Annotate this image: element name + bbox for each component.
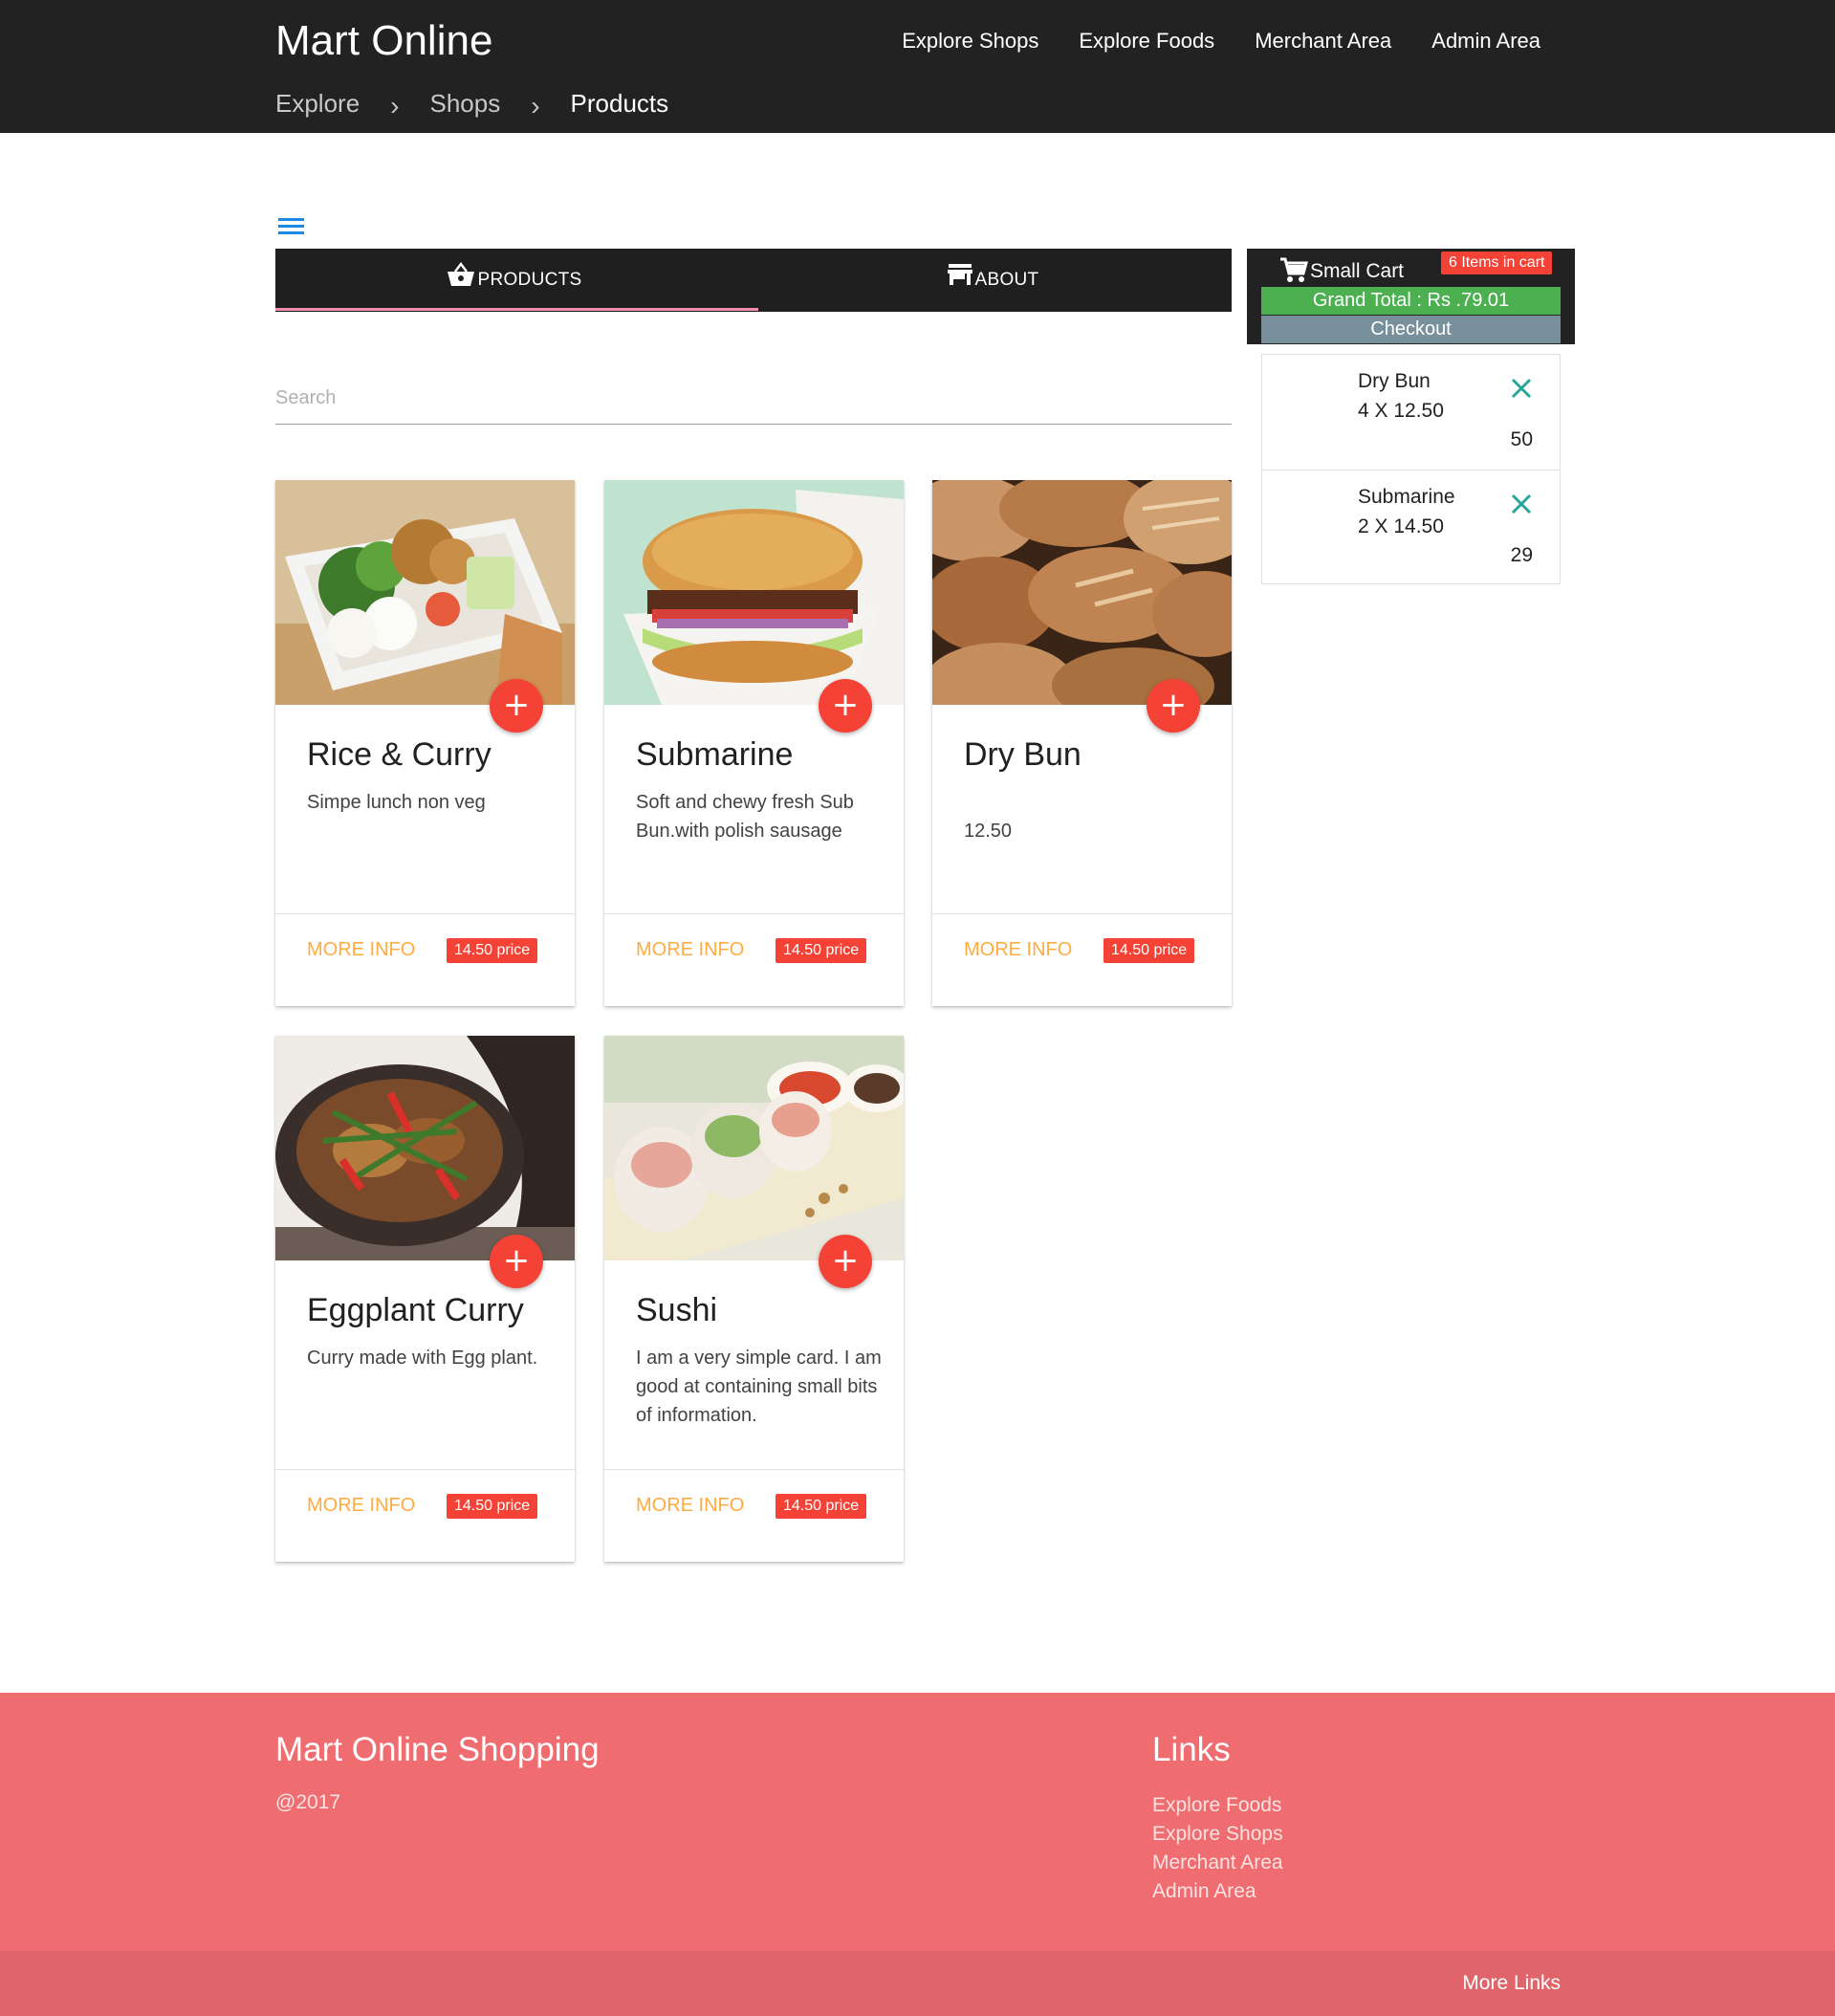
product-card: + Submarine Soft and chewy fresh Sub Bun… bbox=[604, 480, 904, 1006]
product-description: 12.50 bbox=[964, 821, 1013, 842]
cart-item: Dry Bun 4 X 12.50 50 bbox=[1262, 355, 1560, 470]
chevron-right-icon: › bbox=[390, 91, 400, 121]
nav-merchant-area[interactable]: Merchant Area bbox=[1255, 29, 1391, 54]
product-title: Submarine bbox=[636, 736, 794, 773]
product-description: Soft and chewy fresh Sub Bun.with polish… bbox=[636, 792, 854, 842]
card-divider bbox=[604, 1469, 904, 1470]
add-to-cart-button[interactable]: + bbox=[819, 679, 872, 733]
more-links-link[interactable]: More Links bbox=[1462, 1972, 1561, 1995]
tab-bar: PRODUCTS ABOUT bbox=[275, 249, 1232, 312]
price-badge: 14.50 price bbox=[776, 1494, 867, 1519]
grand-total: Grand Total : Rs .79.01 bbox=[1261, 287, 1561, 315]
cart-title[interactable]: Small Cart bbox=[1279, 256, 1404, 283]
close-icon[interactable] bbox=[1509, 376, 1534, 401]
breadcrumb-shops[interactable]: Shops bbox=[429, 89, 500, 119]
cart-count-badge: 6 Items in cart bbox=[1441, 252, 1553, 274]
footer-link-explore-foods[interactable]: Explore Foods bbox=[1152, 1791, 1283, 1820]
more-info-link[interactable]: MORE INFO bbox=[636, 939, 744, 961]
card-divider bbox=[604, 913, 904, 914]
product-card: + Rice & Curry Simpe lunch non veg MORE … bbox=[275, 480, 575, 1006]
more-info-link[interactable]: MORE INFO bbox=[307, 939, 415, 961]
active-tab-indicator bbox=[275, 308, 758, 311]
product-card: + Sushi I am a very simple card. I am go… bbox=[604, 1036, 904, 1562]
product-title: Sushi bbox=[636, 1292, 718, 1328]
product-image[interactable] bbox=[604, 1036, 904, 1260]
cart-title-label: Small Cart bbox=[1310, 260, 1405, 282]
more-info-link[interactable]: MORE INFO bbox=[964, 939, 1072, 961]
product-image[interactable] bbox=[932, 480, 1232, 705]
hamburger-menu-icon[interactable] bbox=[278, 218, 304, 235]
tab-about[interactable]: ABOUT bbox=[754, 249, 1232, 312]
chevron-right-icon: › bbox=[531, 91, 540, 121]
sub-footer: More Links bbox=[0, 1951, 1835, 2016]
tab-about-label: ABOUT bbox=[974, 270, 1039, 290]
footer: Mart Online Shopping @2017 Links Explore… bbox=[0, 1693, 1835, 1951]
cart-item: Submarine 2 X 14.50 29 bbox=[1262, 470, 1560, 584]
product-description: Simpe lunch non veg bbox=[307, 792, 486, 813]
footer-title: Mart Online Shopping bbox=[275, 1731, 600, 1768]
breadcrumb-products[interactable]: Products bbox=[571, 89, 669, 119]
product-description: I am a very simple card. I am good at co… bbox=[636, 1348, 882, 1426]
footer-links: Explore Foods Explore Shops Merchant Are… bbox=[1152, 1791, 1283, 1906]
nav-explore-foods[interactable]: Explore Foods bbox=[1079, 29, 1214, 54]
breadcrumb-explore[interactable]: Explore bbox=[275, 89, 360, 119]
product-description: Curry made with Egg plant. bbox=[307, 1348, 538, 1369]
product-title: Dry Bun bbox=[964, 736, 1081, 773]
tab-products[interactable]: PRODUCTS bbox=[275, 249, 754, 312]
more-info-link[interactable]: MORE INFO bbox=[307, 1495, 415, 1517]
add-to-cart-button[interactable]: + bbox=[1147, 679, 1200, 733]
cart-item-amount: 50 bbox=[1510, 428, 1533, 450]
nav-admin-area[interactable]: Admin Area bbox=[1431, 29, 1540, 54]
price-badge: 14.50 price bbox=[447, 1494, 538, 1519]
footer-links-title: Links bbox=[1152, 1731, 1231, 1768]
price-badge: 14.50 price bbox=[447, 938, 538, 963]
cart-items-list: Dry Bun 4 X 12.50 50 Submarine 2 X 14.50… bbox=[1261, 354, 1561, 584]
cart-item-quantity: 4 X 12.50 bbox=[1358, 400, 1444, 422]
main-nav: Explore Shops Explore Foods Merchant Are… bbox=[902, 29, 1540, 54]
cart-item-name: Dry Bun bbox=[1358, 370, 1431, 392]
product-card: + Eggplant Curry Curry made with Egg pla… bbox=[275, 1036, 575, 1562]
brand-logo[interactable]: Mart Online bbox=[275, 17, 492, 65]
nav-explore-shops[interactable]: Explore Shops bbox=[902, 29, 1038, 54]
cart-item-amount: 29 bbox=[1510, 544, 1533, 566]
cart-item-name: Submarine bbox=[1358, 486, 1455, 508]
card-divider bbox=[275, 913, 575, 914]
add-to-cart-button[interactable]: + bbox=[819, 1235, 872, 1288]
card-divider bbox=[275, 1469, 575, 1470]
search-input[interactable] bbox=[275, 373, 1232, 425]
tab-products-label: PRODUCTS bbox=[477, 270, 582, 290]
footer-link-admin-area[interactable]: Admin Area bbox=[1152, 1877, 1283, 1906]
shopping-basket-icon bbox=[448, 262, 475, 286]
cart-icon bbox=[1280, 257, 1308, 282]
cart-item-quantity: 2 X 14.50 bbox=[1358, 515, 1444, 537]
card-divider bbox=[932, 913, 1232, 914]
close-icon[interactable] bbox=[1509, 492, 1534, 516]
more-info-link[interactable]: MORE INFO bbox=[636, 1495, 744, 1517]
product-image[interactable] bbox=[604, 480, 904, 705]
product-title: Eggplant Curry bbox=[307, 1292, 524, 1328]
small-cart: Small Cart 6 Items in cart Grand Total :… bbox=[1247, 249, 1575, 344]
price-badge: 14.50 price bbox=[1103, 938, 1195, 963]
footer-link-explore-shops[interactable]: Explore Shops bbox=[1152, 1820, 1283, 1849]
breadcrumb: Explore › Shops › Products bbox=[275, 88, 669, 121]
add-to-cart-button[interactable]: + bbox=[490, 679, 543, 733]
product-image[interactable] bbox=[275, 1036, 575, 1260]
price-badge: 14.50 price bbox=[776, 938, 867, 963]
product-card: + Dry Bun 12.50 MORE INFO 14.50 price bbox=[932, 480, 1232, 1006]
product-image[interactable] bbox=[275, 480, 575, 705]
footer-copyright: @2017 bbox=[275, 1791, 341, 1813]
checkout-button[interactable]: Checkout bbox=[1261, 316, 1561, 343]
store-icon bbox=[947, 264, 972, 285]
top-navbar: Mart Online Explore Shops Explore Foods … bbox=[0, 0, 1835, 133]
footer-link-merchant-area[interactable]: Merchant Area bbox=[1152, 1849, 1283, 1877]
product-title: Rice & Curry bbox=[307, 736, 492, 773]
add-to-cart-button[interactable]: + bbox=[490, 1235, 543, 1288]
